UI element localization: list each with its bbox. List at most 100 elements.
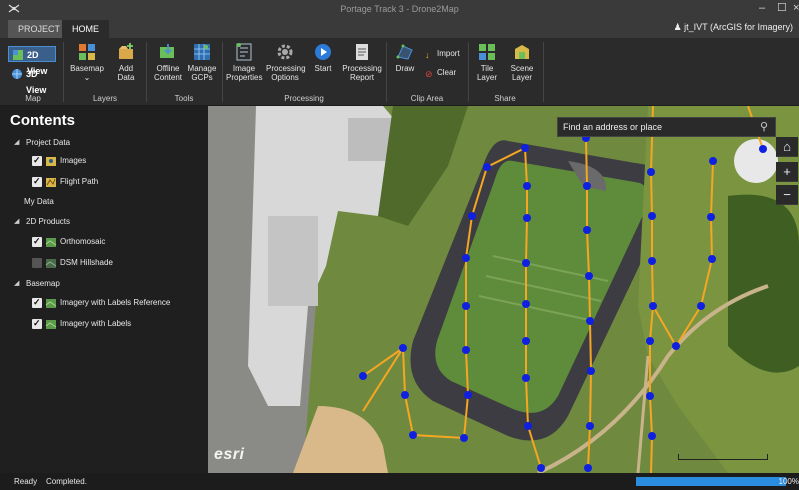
- tree-group-my-data[interactable]: My Data: [0, 194, 208, 210]
- gear-icon: [277, 44, 293, 60]
- start-button[interactable]: Start: [310, 42, 336, 73]
- image-capture-point[interactable]: [462, 346, 470, 354]
- image-capture-point[interactable]: [672, 342, 680, 350]
- image-capture-point[interactable]: [537, 464, 545, 472]
- image-capture-point[interactable]: [586, 422, 594, 430]
- image-capture-point[interactable]: [409, 431, 417, 439]
- image-capture-point[interactable]: [646, 392, 654, 400]
- processing-report-button[interactable]: Processing Report: [342, 42, 382, 82]
- manage-gcps-button[interactable]: Manage GCPs: [186, 42, 218, 82]
- image-capture-point[interactable]: [647, 168, 655, 176]
- image-capture-point[interactable]: [522, 300, 530, 308]
- user-account[interactable]: ♟ jt_IVT (ArcGIS for Imagery): [674, 22, 793, 33]
- 2d-map-icon: [13, 50, 23, 60]
- image-capture-point[interactable]: [460, 434, 468, 442]
- dsm-hillshade-label: DSM Hillshade: [60, 258, 113, 267]
- maximize-button[interactable]: ☐: [777, 2, 787, 14]
- search-icon[interactable]: ⚲: [753, 118, 775, 136]
- image-capture-point[interactable]: [707, 213, 715, 221]
- progress-bar: [636, 477, 786, 486]
- image-capture-point[interactable]: [522, 337, 530, 345]
- orthomosaic-checkbox[interactable]: [32, 233, 42, 249]
- image-capture-point[interactable]: [522, 259, 530, 267]
- image-properties-button[interactable]: Image Properties: [226, 42, 262, 82]
- map-view[interactable]: ⚲ ⌂ + − esri: [208, 106, 799, 473]
- image-capture-point[interactable]: [523, 182, 531, 190]
- layer-dsm-hillshade[interactable]: DSM Hillshade: [0, 255, 208, 271]
- tree-group-2d-products[interactable]: ◢ 2D Products: [0, 214, 208, 230]
- tree-group-project-data[interactable]: ◢ Project Data: [0, 135, 208, 151]
- layers-group-label: Layers: [92, 94, 117, 103]
- progress-bar-fill: [636, 477, 786, 486]
- group-divider: [543, 42, 544, 102]
- image-capture-point[interactable]: [583, 182, 591, 190]
- search-input[interactable]: [558, 118, 753, 136]
- map-group-label: Map: [25, 94, 41, 103]
- layer-imagery-labels-reference[interactable]: Imagery with Labels Reference: [0, 294, 208, 311]
- image-capture-point[interactable]: [522, 374, 530, 382]
- image-capture-point[interactable]: [524, 422, 532, 430]
- image-capture-point[interactable]: [462, 302, 470, 310]
- offline-content-button[interactable]: Offline Content: [150, 42, 186, 82]
- draw-button[interactable]: Draw: [392, 42, 418, 73]
- image-capture-point[interactable]: [697, 302, 705, 310]
- image-capture-point[interactable]: [759, 145, 767, 153]
- basemap-button[interactable]: Basemap ⌄: [68, 42, 106, 82]
- add-data-button[interactable]: Add Data: [110, 42, 142, 82]
- window-title: Portage Track 3 - Drone2Map: [340, 4, 459, 14]
- dsm-hillshade-checkbox[interactable]: [32, 258, 42, 268]
- image-capture-point[interactable]: [523, 214, 531, 222]
- tile-layer-icon: [479, 44, 495, 60]
- image-capture-point[interactable]: [399, 344, 407, 352]
- image-capture-point[interactable]: [401, 391, 409, 399]
- image-capture-point[interactable]: [709, 157, 717, 165]
- image-capture-point[interactable]: [649, 302, 657, 310]
- image-capture-point[interactable]: [462, 254, 470, 262]
- tab-home[interactable]: HOME: [62, 20, 109, 38]
- ribbon: 2D View 3D View Map Basemap ⌄ Add Data L…: [0, 38, 799, 106]
- image-capture-point[interactable]: [359, 372, 367, 380]
- image-capture-point[interactable]: [648, 212, 656, 220]
- ribbon-tab-row: PROJECT HOME ♟ jt_IVT (ArcGIS for Imager…: [0, 18, 799, 38]
- layer-flight-path[interactable]: Flight Path: [0, 173, 208, 190]
- tile-layer-button[interactable]: Tile Layer: [472, 42, 502, 82]
- 2d-view-button[interactable]: 2D View: [8, 46, 56, 76]
- add-data-label: Add Data: [117, 64, 135, 82]
- tree-group-basemap[interactable]: ◢ Basemap: [0, 276, 208, 292]
- close-button[interactable]: ×: [793, 2, 799, 14]
- image-capture-point[interactable]: [648, 257, 656, 265]
- home-button[interactable]: ⌂: [776, 137, 798, 157]
- imagery-labels-reference-checkbox[interactable]: [32, 294, 42, 310]
- zoom-out-button[interactable]: −: [776, 185, 798, 205]
- group-divider: [63, 42, 64, 102]
- image-capture-point[interactable]: [708, 255, 716, 263]
- scene-layer-button[interactable]: Scene Layer: [506, 42, 538, 82]
- orthomosaic-label: Orthomosaic: [60, 237, 106, 246]
- image-capture-point[interactable]: [648, 432, 656, 440]
- image-capture-point[interactable]: [584, 464, 592, 472]
- layer-imagery-labels[interactable]: Imagery with Labels: [0, 315, 208, 332]
- 3d-view-button[interactable]: 3D View: [8, 66, 56, 95]
- flight-path-checkbox[interactable]: [32, 173, 42, 189]
- image-capture-point[interactable]: [585, 272, 593, 280]
- layer-orthomosaic[interactable]: Orthomosaic: [0, 233, 208, 250]
- minimize-button[interactable]: –: [759, 2, 765, 14]
- image-capture-point[interactable]: [587, 367, 595, 375]
- tab-project[interactable]: PROJECT: [8, 20, 71, 38]
- raster-layer-icon: [45, 299, 57, 308]
- image-capture-point[interactable]: [583, 226, 591, 234]
- layer-images[interactable]: Images: [0, 152, 208, 169]
- imagery-labels-checkbox[interactable]: [32, 315, 42, 331]
- image-capture-point[interactable]: [483, 163, 491, 171]
- image-capture-point[interactable]: [646, 337, 654, 345]
- image-capture-point[interactable]: [521, 144, 529, 152]
- image-capture-point[interactable]: [464, 391, 472, 399]
- zoom-in-button[interactable]: +: [776, 162, 798, 182]
- image-properties-label: Image Properties: [226, 64, 263, 82]
- import-button[interactable]: ↓ Import: [425, 48, 460, 60]
- images-checkbox[interactable]: [32, 152, 42, 168]
- image-capture-point[interactable]: [468, 212, 476, 220]
- processing-options-button[interactable]: Processing Options: [266, 42, 306, 82]
- clear-button[interactable]: ⊘ Clear: [425, 67, 456, 79]
- image-capture-point[interactable]: [586, 317, 594, 325]
